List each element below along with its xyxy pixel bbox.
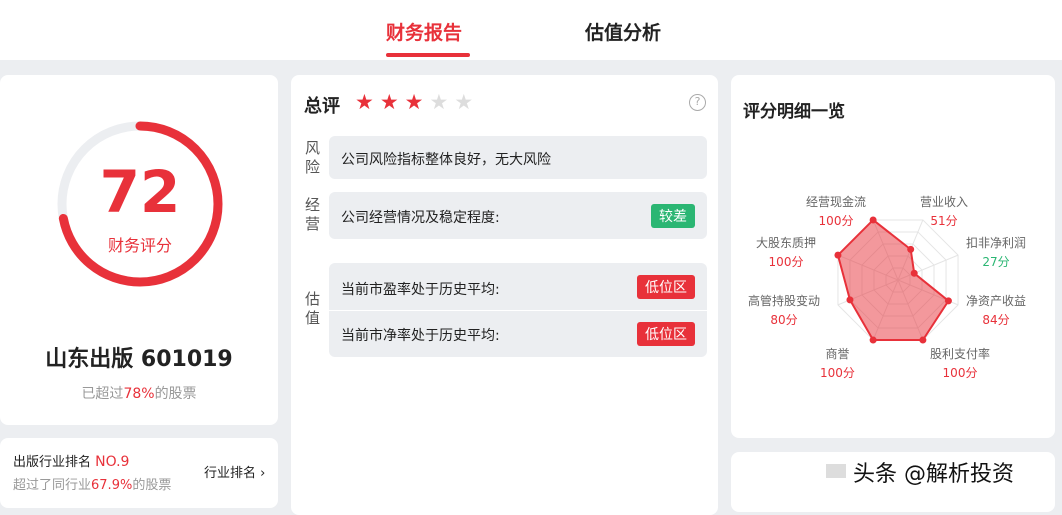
radar-label-name: 扣非净利润 — [966, 236, 1027, 250]
risk-label: 风险 — [305, 139, 321, 176]
radar-point — [869, 336, 877, 344]
summary-title: 总评 — [304, 96, 340, 117]
radar-label-score: 100分 — [820, 366, 855, 380]
radar-label-name: 经营现金流 — [806, 195, 867, 209]
star-filled-icon: ★ — [404, 90, 430, 114]
pb-badge: 低位区 — [637, 322, 695, 346]
operation-text: 公司经营情况及稳定程度: — [341, 210, 500, 226]
beat-text: 已超过78%的股票 — [81, 386, 197, 402]
radar-label: 大股东质押 100分 — [756, 234, 816, 272]
radar-label-score: 100分 — [768, 255, 804, 269]
industry-rank: 出版行业排名 NO.9 — [13, 454, 130, 470]
radar-point — [919, 336, 927, 344]
score-gauge: 72 财务评分 — [56, 120, 224, 292]
radar-label: 商誉 100分 — [820, 345, 855, 383]
radar-label: 股利支付率 100分 — [930, 345, 990, 383]
operation-box: 公司经营情况及稳定程度: 较差 — [329, 192, 707, 239]
radar-label: 高管持股变动 80分 — [748, 292, 820, 330]
industry-rank-card[interactable]: 出版行业排名 NO.9 超过了同行业67.9%的股票 行业排名 › — [0, 438, 278, 508]
stock-title: 山东出版 601019 — [45, 347, 233, 372]
bottom-card: 头条 @解析投资 — [731, 452, 1055, 512]
radar-label: 经营现金流 100分 — [806, 193, 866, 231]
radar-label-name: 大股东质押 — [756, 236, 817, 250]
risk-box: 公司风险指标整体良好，无大风险 — [329, 136, 707, 179]
radar-label-name: 股利支付率 — [930, 347, 991, 361]
industry-rank-link[interactable]: 行业排名 › — [204, 462, 265, 481]
radar-point — [869, 216, 877, 224]
radar-point — [910, 269, 918, 277]
operation-badge: 较差 — [651, 204, 695, 228]
risk-text: 公司风险指标整体良好，无大风险 — [341, 152, 551, 168]
divider — [329, 310, 707, 311]
valuation-box: 当前市盈率处于历史平均: 低位区 当前市净率处于历史平均: 低位区 — [329, 263, 707, 357]
help-icon[interactable]: ? — [689, 94, 706, 111]
video-icon — [826, 464, 846, 478]
operation-label: 经营 — [305, 196, 321, 233]
top-tab-bar: 财务报告 估值分析 — [0, 0, 1062, 60]
pb-text: 当前市净率处于历史平均: — [341, 328, 500, 344]
tab-financial-report[interactable]: 财务报告 — [386, 18, 462, 45]
radar-label-score: 100分 — [942, 366, 978, 380]
radar-label-score: 84分 — [982, 313, 1010, 327]
radar-label-score: 27分 — [982, 255, 1010, 269]
radar-point — [846, 296, 854, 304]
star-empty-icon: ★ — [454, 90, 480, 114]
radar-label-name: 营业收入 — [920, 195, 969, 209]
radar-label: 净资产收益 84分 — [966, 292, 1026, 330]
pe-text: 当前市盈率处于历史平均: — [341, 282, 500, 298]
score-value: 72 — [99, 158, 181, 226]
star-rating: ★★★★★ — [355, 90, 479, 114]
radar-label-score: 100分 — [818, 214, 854, 228]
tab-valuation-analysis[interactable]: 估值分析 — [585, 18, 661, 45]
radar-point — [944, 297, 952, 305]
score-card: 72 财务评分 山东出版 601019 已超过78%的股票 — [0, 75, 278, 425]
radar-point — [834, 251, 842, 259]
radar-label: 营业收入 51分 — [920, 193, 968, 231]
star-empty-icon: ★ — [429, 90, 455, 114]
radar-label-score: 51分 — [930, 214, 958, 228]
radar-label: 扣非净利润 27分 — [966, 234, 1026, 272]
valuation-label: 估值 — [305, 290, 321, 327]
active-tab-indicator — [386, 53, 470, 57]
radar-point — [907, 245, 915, 253]
score-label: 财务评分 — [107, 236, 172, 255]
radar-label-name: 净资产收益 — [966, 294, 1027, 308]
industry-beat: 超过了同行业67.9%的股票 — [13, 478, 172, 493]
star-filled-icon: ★ — [379, 90, 405, 114]
radar-label-score: 80分 — [770, 313, 798, 327]
pe-badge: 低位区 — [637, 275, 695, 299]
radar-label-name: 高管持股变动 — [748, 294, 821, 308]
radar-label-name: 商誉 — [825, 347, 850, 361]
watermark: 头条 @解析投资 — [853, 462, 1014, 487]
star-filled-icon: ★ — [355, 90, 380, 114]
